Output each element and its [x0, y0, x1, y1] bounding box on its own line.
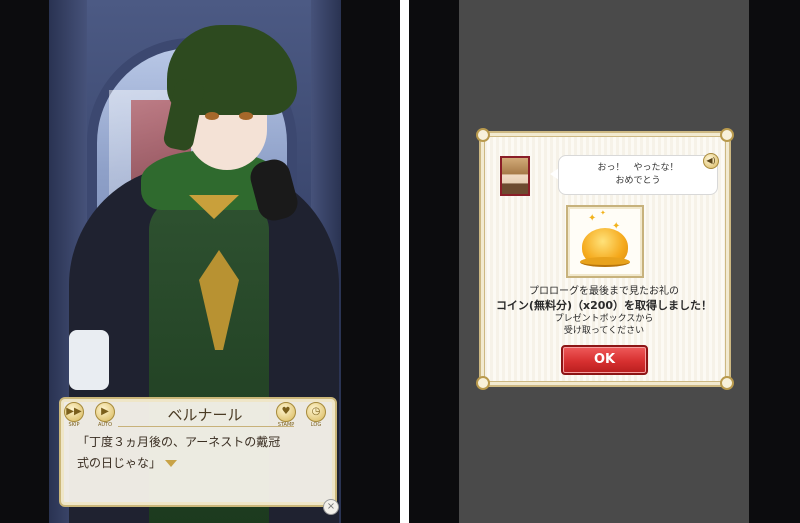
corner-ornament-icon	[476, 376, 490, 390]
auto-label: AUTO	[97, 422, 113, 428]
speaker-portrait	[500, 156, 530, 196]
sparkle-icon: ✦	[600, 209, 606, 217]
message-line-4: 受け取ってください	[563, 326, 645, 336]
message-line-2: コイン(無料分)（x200）を取得しました！	[495, 299, 713, 312]
dialogue-line-1: 「丁度３ヵ月後の、アーネストの戴冠	[77, 435, 281, 449]
skip-label: SKIP	[68, 422, 80, 428]
character-eye-right	[239, 112, 253, 120]
close-dialogue-button[interactable]: ×	[323, 499, 339, 515]
speech-bubble: おっ！ やったな！ おめでとう	[558, 155, 718, 195]
speaker-divider	[118, 426, 294, 427]
character-eye-left	[205, 112, 219, 120]
character-sleeve	[69, 330, 109, 390]
corner-ornament-icon	[476, 128, 490, 142]
corner-ornament-icon	[720, 128, 734, 142]
speaker-name: ベルナール	[167, 406, 243, 424]
message-line-3: プレゼントボックスから	[554, 314, 654, 324]
auto-button[interactable]: ▶ AUTO	[93, 402, 117, 428]
stamp-icon: ♥	[276, 402, 296, 422]
stamp-label: STAMP	[277, 422, 295, 428]
dialogue-text: 「丁度３ヵ月後の、アーネストの戴冠 式の日じゃな」	[77, 432, 335, 474]
corner-ornament-icon	[720, 376, 734, 390]
skip-button[interactable]: ▶▶ SKIP	[62, 402, 86, 428]
log-icon: ◷	[306, 402, 326, 422]
reward-message: プロローグを最後まで見たお礼の コイン(無料分)（x200）を取得しました！ プ…	[484, 285, 724, 337]
dialogue-line-2: 式の日じゃな」	[77, 456, 162, 470]
bubble-line-1: おっ！ やったな！	[597, 163, 679, 173]
sparkle-icon: ✦	[588, 213, 597, 224]
volume-icon[interactable]: ◀)	[703, 153, 719, 169]
log-label: LOG	[310, 422, 322, 428]
next-arrow-icon[interactable]	[165, 460, 178, 467]
message-line-1: プロローグを最後まで見たお礼の	[529, 286, 679, 297]
skip-icon: ▶▶	[64, 402, 84, 422]
coin-base	[580, 257, 630, 267]
sparkle-icon: ✦	[612, 221, 621, 232]
ok-button[interactable]: OK	[561, 345, 648, 375]
log-button[interactable]: ◷ LOG	[304, 402, 328, 428]
auto-play-icon: ▶	[95, 402, 115, 422]
bubble-line-2: おめでとう	[615, 176, 661, 186]
dialogue-line-2-row: 式の日じゃな」	[77, 453, 335, 474]
stamp-button[interactable]: ♥ STAMP	[274, 402, 298, 428]
